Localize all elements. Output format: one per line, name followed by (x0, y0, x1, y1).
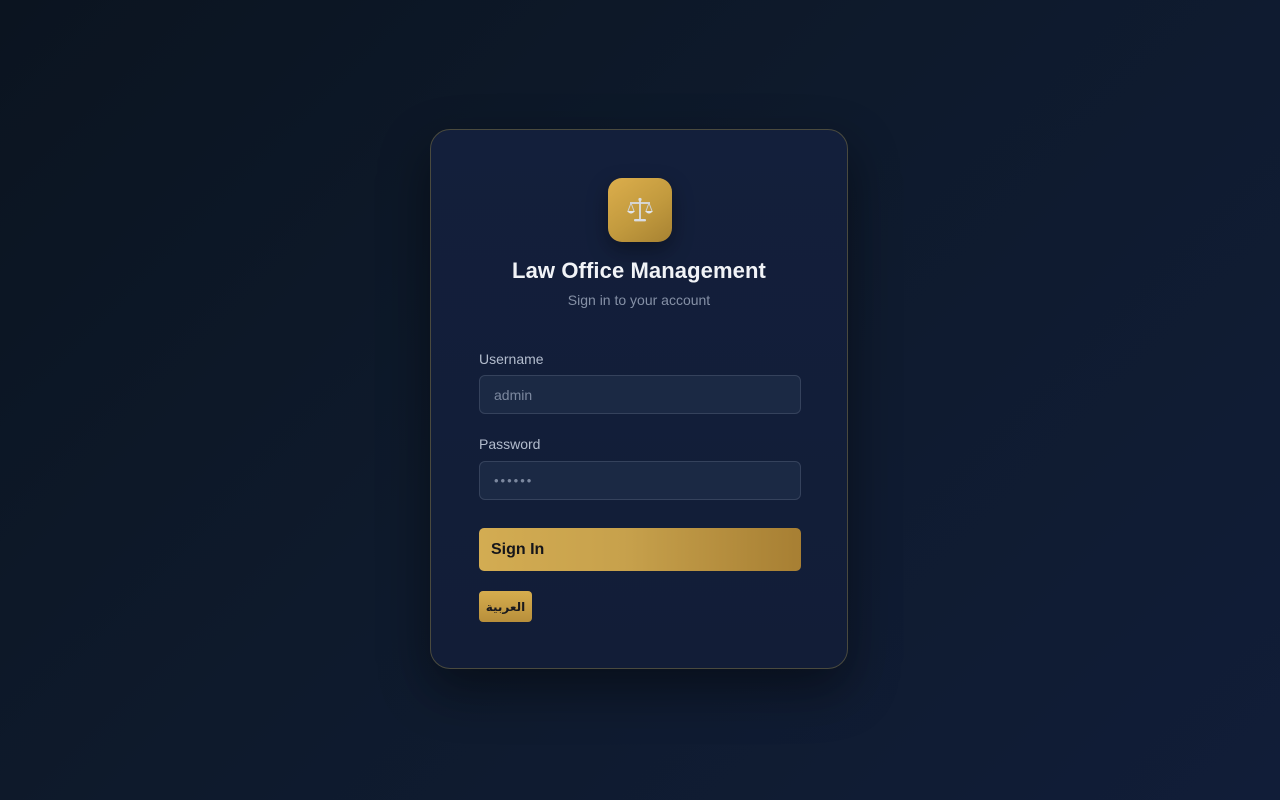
page-subtitle: Sign in to your account (567, 292, 711, 308)
password-input[interactable] (479, 461, 801, 500)
login-card: Law Office Management Sign in to your ac… (430, 129, 848, 669)
username-label: Username (479, 351, 544, 367)
balance-scale-icon (625, 195, 655, 225)
page-title: Law Office Management (512, 258, 766, 283)
language-toggle-button[interactable]: العربية (479, 591, 532, 622)
username-input[interactable] (479, 375, 801, 414)
sign-in-button[interactable]: Sign In (479, 528, 801, 571)
logo-badge (608, 178, 672, 242)
password-label: Password (479, 436, 541, 452)
